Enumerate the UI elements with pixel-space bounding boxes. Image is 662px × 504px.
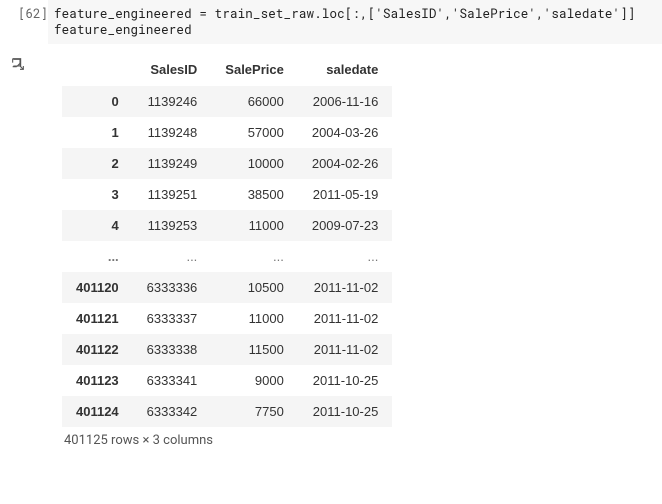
table-row: 401121 6333337 11000 2011-11-02 (62, 303, 392, 334)
cell-value: 6333342 (133, 396, 212, 427)
output-arrow-icon (10, 56, 26, 76)
dataframe-shape: 401125 rows × 3 columns (62, 427, 392, 458)
row-index: 401120 (62, 272, 133, 303)
cell-value: ... (298, 241, 393, 272)
cell-value: 2011-11-02 (298, 303, 393, 334)
code-input[interactable]: feature_engineered = train_set_raw.loc[:… (48, 0, 662, 44)
index-header (62, 54, 133, 86)
cell-value: 66000 (211, 86, 298, 118)
cell-value: 1139249 (133, 148, 212, 179)
dataframe-table: SalesID SalePrice saledate 0 1139246 660… (62, 54, 392, 427)
cell-value: 2011-10-25 (298, 396, 393, 427)
cell-value: 2011-10-25 (298, 365, 393, 396)
cell-value: 10000 (211, 148, 298, 179)
col-header: SalePrice (211, 54, 298, 86)
cell-value: 1139253 (133, 210, 212, 241)
table-row: 401123 6333341 9000 2011-10-25 (62, 365, 392, 396)
cell-value: 2004-03-26 (298, 117, 393, 148)
table-row: 3 1139251 38500 2011-05-19 (62, 179, 392, 210)
row-index: 4 (62, 210, 133, 241)
cell-value: 2009-07-23 (298, 210, 393, 241)
cell-value: 9000 (211, 365, 298, 396)
cell-value: 2006-11-16 (298, 86, 393, 118)
row-index: 401123 (62, 365, 133, 396)
header-row: SalesID SalePrice saledate (62, 54, 392, 86)
row-index: 0 (62, 86, 133, 118)
cell-execution-count: [62] (0, 0, 48, 28)
cell-value: 11500 (211, 334, 298, 365)
ellipsis-row: ... ... ... ... (62, 241, 392, 272)
cell-value: 38500 (211, 179, 298, 210)
cell-value: 2004-02-26 (298, 148, 393, 179)
dataframe-output: SalesID SalePrice saledate 0 1139246 660… (58, 54, 392, 458)
cell-value: 10500 (211, 272, 298, 303)
table-row: 401124 6333342 7750 2011-10-25 (62, 396, 392, 427)
cell-value: 6333341 (133, 365, 212, 396)
cell-value: 2011-11-02 (298, 272, 393, 303)
row-index: ... (62, 241, 133, 272)
table-row: 0 1139246 66000 2006-11-16 (62, 86, 392, 118)
cell-value: ... (211, 241, 298, 272)
row-index: 401124 (62, 396, 133, 427)
table-row: 4 1139253 11000 2009-07-23 (62, 210, 392, 241)
cell-value: 57000 (211, 117, 298, 148)
cell-value: 1139246 (133, 86, 212, 118)
cell-value: ... (133, 241, 212, 272)
table-row: 1 1139248 57000 2004-03-26 (62, 117, 392, 148)
table-row: 2 1139249 10000 2004-02-26 (62, 148, 392, 179)
output-area: SalesID SalePrice saledate 0 1139246 660… (0, 54, 662, 458)
cell-value: 11000 (211, 210, 298, 241)
cell-value: 6333338 (133, 334, 212, 365)
code-cell: [62] feature_engineered = train_set_raw.… (0, 0, 662, 44)
row-index: 401122 (62, 334, 133, 365)
cell-value: 11000 (211, 303, 298, 334)
cell-value: 6333336 (133, 272, 212, 303)
cell-value: 7750 (211, 396, 298, 427)
table-row: 401122 6333338 11500 2011-11-02 (62, 334, 392, 365)
cell-value: 2011-11-02 (298, 334, 393, 365)
cell-value: 6333337 (133, 303, 212, 334)
row-index: 401121 (62, 303, 133, 334)
cell-value: 1139251 (133, 179, 212, 210)
table-row: 401120 6333336 10500 2011-11-02 (62, 272, 392, 303)
cell-value: 2011-05-19 (298, 179, 393, 210)
cell-value: 1139248 (133, 117, 212, 148)
row-index: 1 (62, 117, 133, 148)
col-header: saledate (298, 54, 393, 86)
code-line: feature_engineered = train_set_raw.loc[:… (54, 6, 636, 22)
code-line: feature_engineered (54, 22, 192, 38)
output-indicator (0, 54, 58, 76)
row-index: 2 (62, 148, 133, 179)
col-header: SalesID (133, 54, 212, 86)
row-index: 3 (62, 179, 133, 210)
